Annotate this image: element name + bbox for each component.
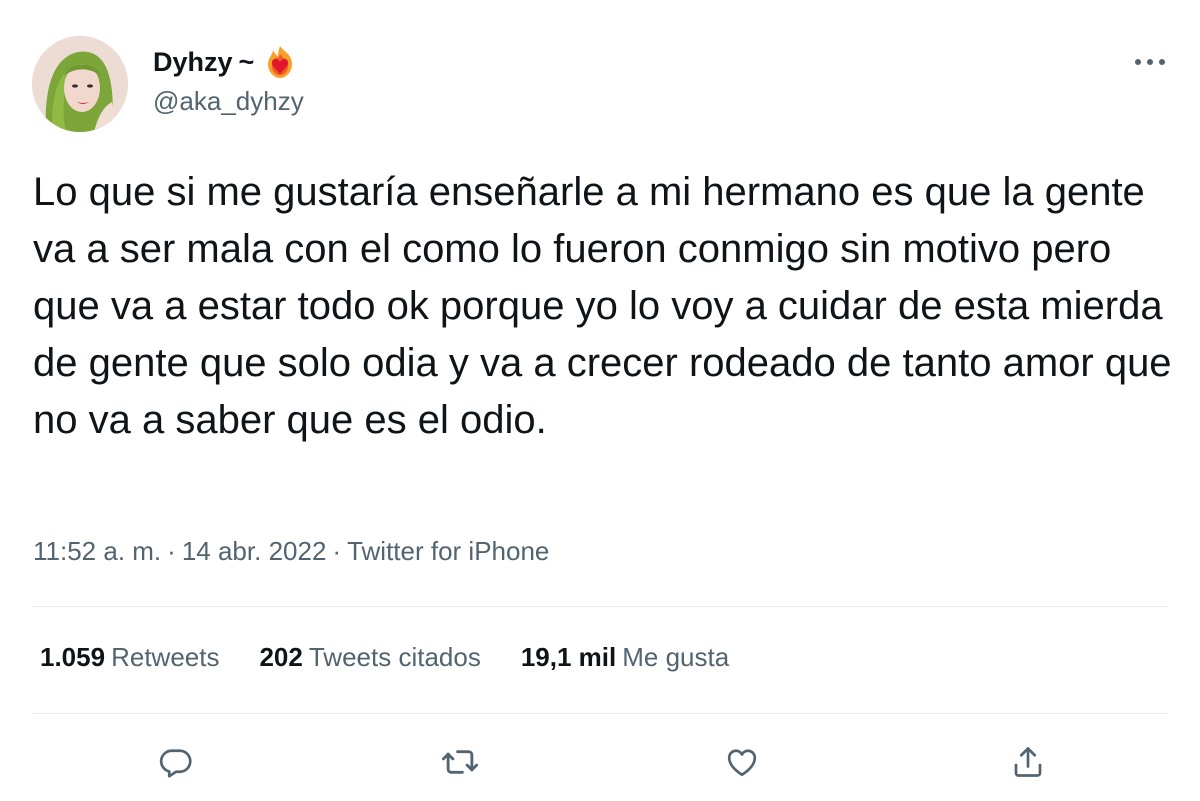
profile-photo-icon	[32, 36, 128, 132]
tweet-meta: 11:52 a. m. · 14 abr. 2022 · Twitter for iPh…	[33, 536, 549, 567]
divider	[33, 713, 1168, 714]
stat-label: Me gusta	[622, 642, 730, 672]
share-icon	[1014, 747, 1042, 777]
meta-separator: ·	[332, 536, 342, 566]
stat-value: 1.059	[40, 642, 106, 672]
reply-icon	[159, 749, 192, 778]
divider	[33, 606, 1168, 607]
avatar[interactable]	[32, 36, 128, 132]
stat-label: Retweets	[111, 642, 220, 672]
stat-value: 202	[259, 642, 303, 672]
retweet-button[interactable]	[436, 738, 484, 786]
tweet-text: Lo que si me gustaría enseñarle a mi her…	[33, 170, 1172, 442]
share-button[interactable]	[1004, 738, 1052, 786]
stat-value: 19,1 mil	[520, 642, 617, 672]
reply-button[interactable]	[152, 738, 200, 786]
stat-label: Tweets citados	[308, 642, 481, 672]
display-name-suffix: ~	[238, 46, 255, 77]
action-bar	[0, 738, 1200, 786]
more-icon	[1135, 59, 1165, 65]
display-name-text: Dyhzy	[153, 46, 233, 77]
like-icon	[727, 749, 757, 777]
tweet-date[interactable]: 14 abr. 2022	[182, 536, 327, 566]
tweet-source[interactable]: Twitter for iPhone	[347, 536, 549, 566]
user-handle[interactable]: @aka_dyhzy	[153, 86, 304, 117]
likes-stat[interactable]: 19,1 mil Me gusta	[521, 642, 729, 673]
more-options-button[interactable]	[1130, 46, 1170, 78]
like-button[interactable]	[718, 738, 766, 786]
retweets-stat[interactable]: 1.059 Retweets	[40, 642, 219, 673]
meta-separator: ·	[167, 536, 176, 566]
tweet-stats: 1.059 Retweets 202 Tweets citados 19,1 mil…	[40, 642, 729, 673]
quote-tweets-stat[interactable]: 202 Tweets citados	[259, 642, 480, 673]
tweet-time[interactable]: 11:52 a. m.	[33, 536, 161, 566]
display-name[interactable]: Dyhzy ~	[153, 44, 298, 80]
retweet-icon	[441, 750, 479, 774]
heart-on-fire-icon	[262, 44, 298, 80]
